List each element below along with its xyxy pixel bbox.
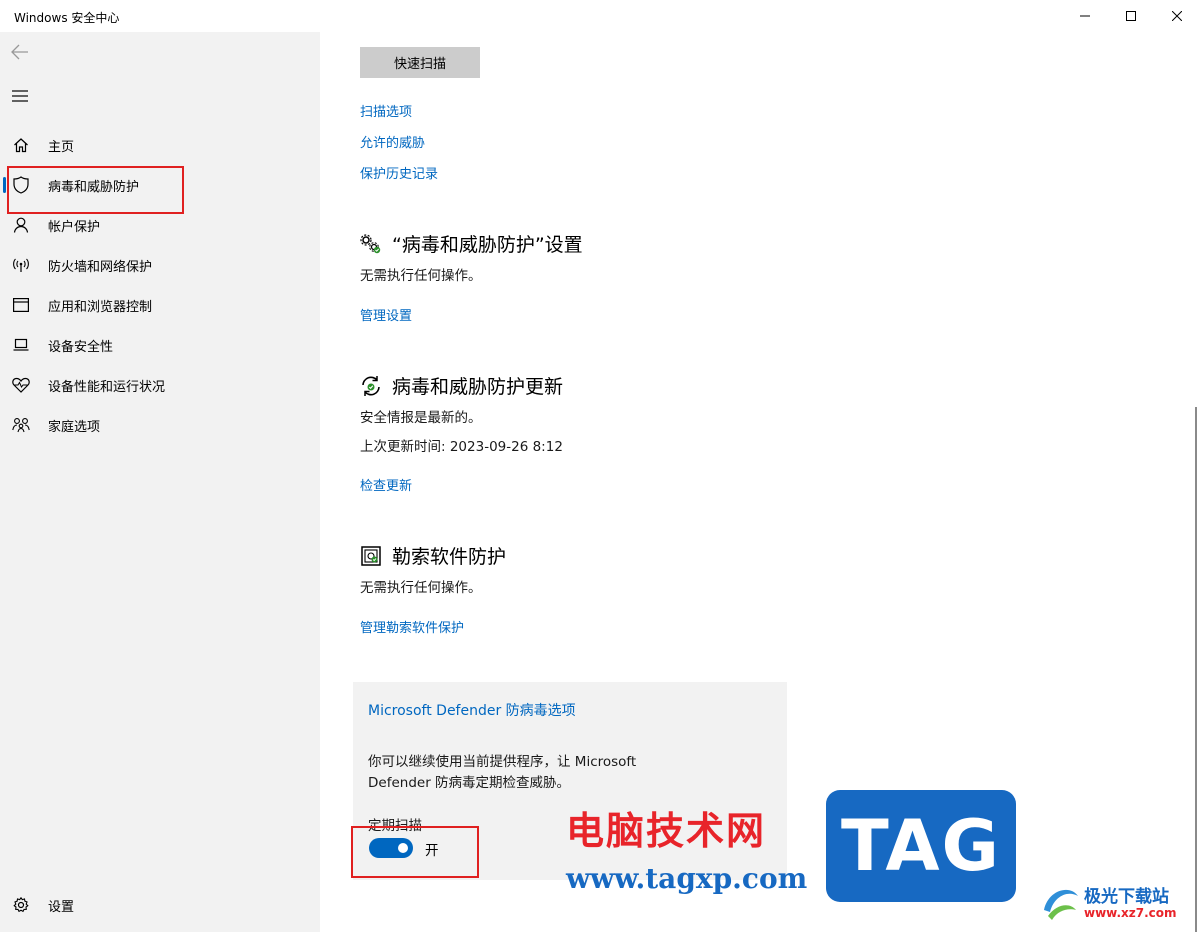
- sidebar-item-label: 帐户保护: [48, 219, 101, 235]
- annotation-highlight-box: [351, 826, 479, 878]
- person-icon: [12, 216, 30, 234]
- sidebar-item-label: 应用和浏览器控制: [48, 299, 153, 315]
- scan-options-link[interactable]: 扫描选项: [360, 101, 412, 120]
- back-arrow-icon: [11, 44, 28, 60]
- family-icon: [12, 416, 30, 434]
- watermark-site-url: www.tagxp.com: [566, 862, 808, 895]
- allowed-threats-link[interactable]: 允许的威胁: [360, 132, 425, 151]
- main-content: 快速扫描 扫描选项 允许的威胁 保护历史记录 “病毒和威胁防护”设置 无需执行任…: [320, 32, 1200, 932]
- settings-section-title: “病毒和威胁防护”设置: [392, 234, 583, 256]
- last-update-text: 上次更新时间: 2023-09-26 8:12: [360, 439, 563, 455]
- ransomware-safe-icon: [360, 545, 382, 567]
- gear-icon: [12, 896, 30, 914]
- sidebar-item-app-browser-control[interactable]: 应用和浏览器控制: [0, 285, 320, 325]
- watermark-site-name: 电脑技术网: [566, 808, 767, 853]
- gears-check-icon: [360, 233, 382, 255]
- settings-status-text: 无需执行任何操作。: [360, 268, 482, 284]
- sidebar-item-device-performance[interactable]: 设备性能和运行状况: [0, 365, 320, 405]
- sidebar-item-label: 设备性能和运行状况: [48, 379, 166, 395]
- sidebar-item-device-security[interactable]: 设备安全性: [0, 325, 320, 365]
- wifi-antenna-icon: [12, 256, 30, 274]
- minimize-button[interactable]: [1062, 0, 1108, 32]
- ransomware-section-header: 勒索软件防护: [360, 542, 506, 569]
- watermark-brand2: 极光下载站 www.xz7.com: [1040, 878, 1195, 928]
- ransomware-status-text: 无需执行任何操作。: [360, 580, 482, 596]
- watermark-tag-logo: TAG: [826, 790, 1016, 902]
- sidebar-item-settings[interactable]: 设置: [0, 885, 320, 925]
- browser-window-icon: [12, 296, 30, 314]
- sidebar-item-label: 防火墙和网络保护: [48, 259, 153, 275]
- maximize-button[interactable]: [1108, 0, 1154, 32]
- updates-section-title: 病毒和威胁防护更新: [392, 376, 564, 398]
- settings-section-header: “病毒和威胁防护”设置: [360, 230, 583, 257]
- sidebar: 主页 病毒和威胁防护 帐户保护 防火墙和网络保护 应用和浏览器控制 设备安全性: [0, 32, 320, 932]
- protection-history-link[interactable]: 保护历史记录: [360, 163, 438, 182]
- sidebar-item-label: 设备安全性: [48, 339, 114, 355]
- refresh-check-icon: [360, 375, 382, 397]
- maximize-icon: [1126, 11, 1136, 21]
- heart-pulse-icon: [12, 376, 30, 394]
- ransomware-section-title: 勒索软件防护: [392, 546, 507, 568]
- sidebar-item-label: 设置: [48, 899, 75, 915]
- menu-button[interactable]: [8, 84, 32, 108]
- check-updates-link[interactable]: 检查更新: [360, 475, 412, 494]
- watermark-logo-text: TAG: [841, 805, 1001, 887]
- watermark-brand2-name: 极光下载站: [1084, 887, 1169, 907]
- updates-section-header: 病毒和威胁防护更新: [360, 372, 563, 399]
- aurora-logo-icon: [1044, 889, 1078, 920]
- sidebar-item-firewall[interactable]: 防火墙和网络保护: [0, 245, 320, 285]
- close-icon: [1172, 11, 1182, 21]
- home-icon: [12, 136, 30, 154]
- laptop-icon: [12, 336, 30, 354]
- watermark-brand2-url: www.xz7.com: [1084, 906, 1177, 920]
- hamburger-icon: [12, 90, 28, 102]
- quick-scan-button[interactable]: 快速扫描: [360, 47, 480, 78]
- back-button[interactable]: [8, 40, 32, 64]
- sidebar-item-home[interactable]: 主页: [0, 125, 320, 165]
- annotation-highlight-box: [7, 166, 184, 214]
- window-title: Windows 安全中心: [14, 11, 120, 25]
- manage-settings-link[interactable]: 管理设置: [360, 305, 412, 324]
- sidebar-item-family-options[interactable]: 家庭选项: [0, 405, 320, 445]
- sidebar-item-label: 主页: [48, 139, 75, 155]
- manage-ransomware-link[interactable]: 管理勒索软件保护: [360, 617, 464, 636]
- updates-status-text: 安全情报是最新的。: [360, 410, 482, 426]
- defender-card-description: 你可以继续使用当前提供程序，让 Microsoft Defender 防病毒定期…: [368, 754, 637, 791]
- sidebar-item-label: 家庭选项: [48, 419, 101, 435]
- defender-card-title[interactable]: Microsoft Defender 防病毒选项: [368, 700, 576, 720]
- close-button[interactable]: [1154, 0, 1200, 32]
- minimize-icon: [1080, 15, 1090, 17]
- vertical-scrollbar[interactable]: [1195, 407, 1197, 932]
- title-bar: Windows 安全中心: [0, 0, 1200, 32]
